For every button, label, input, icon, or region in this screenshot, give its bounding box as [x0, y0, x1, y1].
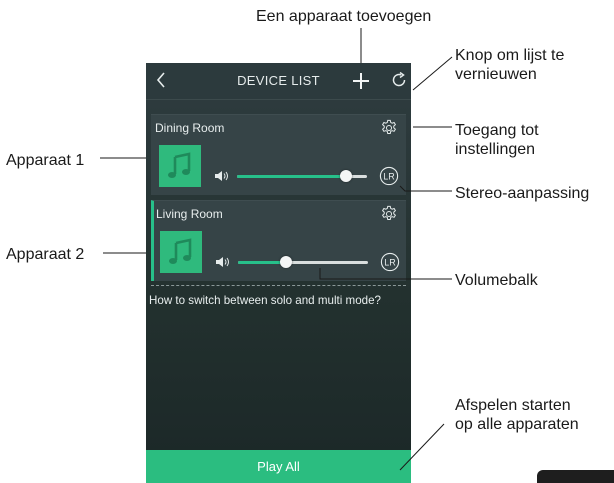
annotation-volume-bar: Volumebalk [455, 272, 538, 289]
annotation-device1: Apparaat 1 [6, 152, 85, 169]
solo-multi-help-link[interactable]: How to switch between solo and multi mod… [149, 294, 411, 307]
lr-label: LR [383, 172, 395, 182]
annotation-play-all-line2: op alle apparaten [455, 416, 579, 433]
annotation-stereo: Stereo-aanpassing [455, 185, 590, 202]
music-note-icon [169, 238, 192, 264]
annotation-add-device: Een apparaat toevoegen [256, 8, 432, 25]
annotation-play-all-line1: Afspelen starten [455, 397, 571, 414]
device-list-screen: DEVICE LIST Dining Room LR Living Room L… [146, 63, 411, 483]
annotation-play-all: Afspelen starten op alle apparaten [455, 396, 579, 434]
top-bar: DEVICE LIST [146, 63, 411, 100]
lr-icon: LR [379, 166, 399, 186]
device-name: Dining Room [155, 121, 225, 135]
album-art [160, 231, 202, 273]
volume-knob[interactable] [340, 170, 353, 182]
volume-slider[interactable] [237, 170, 367, 182]
plus-icon[interactable] [351, 71, 371, 91]
volume-slider[interactable] [238, 256, 368, 268]
volume-knob[interactable] [280, 256, 293, 268]
device-card-dining-room[interactable]: Dining Room LR [151, 114, 406, 195]
refresh-icon[interactable] [390, 71, 408, 89]
lr-icon: LR [380, 252, 400, 272]
music-note-icon [168, 152, 191, 178]
annotation-settings-line1: Toegang tot [455, 122, 539, 139]
annotation-settings: Toegang tot instellingen [455, 121, 539, 159]
annotation-settings-line2: instellingen [455, 141, 536, 158]
annotation-device2: Apparaat 2 [6, 246, 85, 263]
volume-fill [238, 261, 287, 264]
annotation-refresh-line1: Knop om lijst te [455, 47, 565, 64]
annotation-refresh-line2: vernieuwen [455, 66, 537, 83]
album-art [159, 145, 201, 187]
corner-decoration [537, 470, 614, 483]
gear-icon[interactable] [380, 205, 398, 223]
volume-fill [237, 175, 347, 178]
device-card-living-room[interactable]: Living Room LR [151, 200, 406, 281]
annotation-refresh: Knop om lijst te vernieuwen [455, 46, 564, 84]
speaker-icon [215, 171, 228, 181]
play-all-button[interactable]: Play All [146, 450, 411, 483]
divider [151, 285, 406, 286]
stereo-lr-button[interactable]: LR [380, 252, 400, 272]
speaker-icon [216, 257, 229, 267]
lr-label: LR [384, 258, 396, 268]
leader-refresh [412, 56, 453, 91]
stereo-lr-button[interactable]: LR [379, 166, 399, 186]
device-name: Living Room [156, 207, 223, 221]
gear-icon[interactable] [380, 119, 398, 137]
page-title: DEVICE LIST [237, 73, 320, 88]
